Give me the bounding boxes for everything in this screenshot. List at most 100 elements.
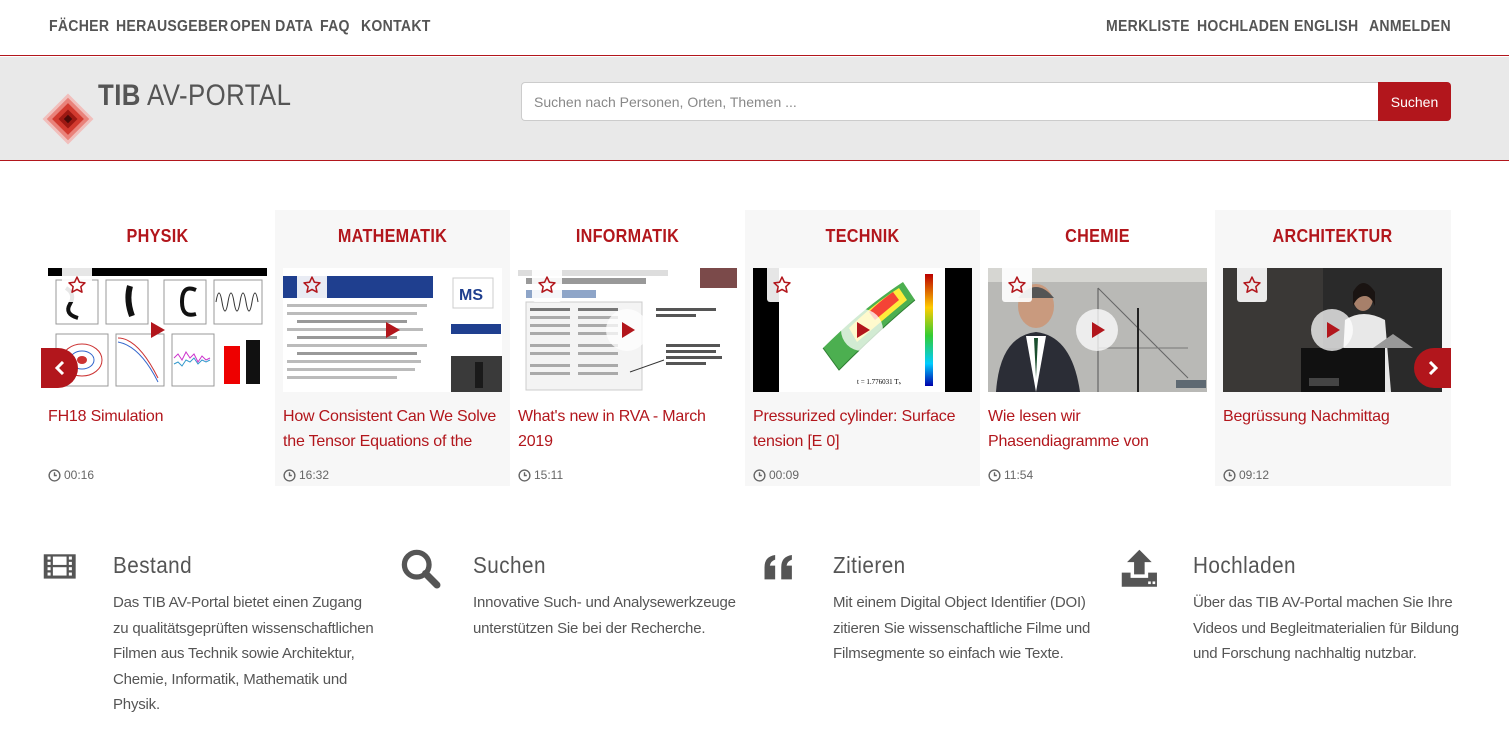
- feature-title: Zitieren: [833, 552, 906, 578]
- duration-text: 00:16: [64, 468, 95, 482]
- video-duration: 11:54: [988, 468, 1033, 482]
- logo-text-bold: TIB: [98, 79, 141, 112]
- play-icon: [386, 322, 400, 338]
- video-title[interactable]: What's new in RVA - March 2019: [518, 404, 737, 454]
- video-thumbnail[interactable]: [1223, 268, 1442, 392]
- clock-icon: [283, 468, 296, 482]
- video-thumbnail[interactable]: [48, 268, 267, 392]
- logo-cube-icon: [42, 93, 94, 145]
- search-input[interactable]: [521, 82, 1379, 121]
- svg-text:MS: MS: [459, 287, 483, 304]
- bookmark-star-button[interactable]: [62, 268, 92, 302]
- nav-english[interactable]: English: [1294, 18, 1358, 36]
- star-icon: [1243, 276, 1261, 293]
- search-icon: [401, 549, 441, 589]
- video-thumbnail[interactable]: MS: [283, 268, 502, 392]
- carousel-card-mathematik[interactable]: Mathematik MS: [275, 210, 510, 486]
- bookmark-star-button[interactable]: [297, 268, 327, 302]
- video-thumbnail[interactable]: [988, 268, 1207, 392]
- clock-icon: [518, 468, 531, 482]
- star-icon: [1008, 276, 1026, 293]
- duration-text: 15:11: [534, 468, 564, 482]
- card-category[interactable]: Informatik: [522, 226, 734, 247]
- carousel-card-architektur[interactable]: Architektur Begrüssung Nachmittag 09: [1215, 210, 1451, 486]
- video-thumbnail[interactable]: t = 1.776031 Tₛ: [753, 268, 972, 392]
- video-title[interactable]: Pressurized cylinder: Surface tension [E…: [753, 404, 972, 454]
- star-icon: [538, 276, 556, 293]
- nav-anmelden[interactable]: Anmelden: [1369, 18, 1451, 36]
- nav-kontakt[interactable]: Kontakt: [361, 18, 431, 36]
- video-thumbnail[interactable]: [518, 268, 737, 392]
- feature-title: Hochladen: [1193, 552, 1297, 578]
- duration-text: 16:32: [299, 468, 330, 482]
- duration-text: 00:09: [769, 468, 800, 482]
- carousel-card-physik[interactable]: Physik: [40, 210, 275, 486]
- play-button[interactable]: [1311, 309, 1353, 351]
- upload-icon: [1121, 549, 1157, 587]
- video-title[interactable]: How Consistent Can We Solve the Tensor E…: [283, 404, 502, 454]
- svg-text:t = 1.776031 Tₛ: t = 1.776031 Tₛ: [857, 378, 902, 386]
- carousel-card-chemie[interactable]: Chemie Wie lesen w: [980, 210, 1215, 486]
- bookmark-star-button[interactable]: [532, 268, 562, 302]
- nav-faq[interactable]: FAQ: [320, 18, 350, 36]
- card-category[interactable]: Physik: [52, 226, 264, 247]
- site-header: TIB AV-PORTAL Suchen: [0, 57, 1509, 161]
- nav-open-data[interactable]: Open Data: [230, 18, 313, 36]
- clock-icon: [1223, 468, 1236, 482]
- star-icon: [303, 276, 321, 293]
- feature-text: Über das TIB AV-Portal machen Sie Ihre V…: [1193, 594, 1459, 662]
- logo-text: TIB AV-PORTAL: [98, 79, 291, 113]
- carousel-next-button[interactable]: [1414, 348, 1451, 388]
- play-icon: [857, 322, 870, 338]
- tib-logo[interactable]: TIB AV-PORTAL: [40, 79, 291, 149]
- logo-text-rest: AV-PORTAL: [147, 79, 292, 112]
- subject-carousel: Physik: [40, 210, 1451, 486]
- play-button[interactable]: [1076, 309, 1118, 351]
- star-icon: [773, 276, 791, 293]
- clock-icon: [988, 468, 1001, 482]
- card-category[interactable]: Mathematik: [287, 226, 499, 247]
- play-icon: [1327, 322, 1340, 338]
- video-duration: 15:11: [518, 468, 563, 482]
- video-duration: 00:16: [48, 468, 94, 482]
- play-button[interactable]: [136, 309, 178, 351]
- card-category[interactable]: Technik: [757, 226, 969, 247]
- film-icon: [43, 554, 76, 579]
- bookmark-star-button[interactable]: [1237, 268, 1267, 302]
- card-category[interactable]: Architektur: [1227, 226, 1439, 247]
- chevron-right-icon: [1428, 361, 1438, 375]
- feature-title: Suchen: [473, 552, 546, 578]
- feature-text: Mit einem Digital Object Identifier (DOI…: [833, 594, 1091, 662]
- carousel-card-informatik[interactable]: Informatik: [510, 210, 745, 486]
- feature-title: Bestand: [113, 552, 193, 578]
- feature-text: Das TIB AV-Portal bietet einen Zugang zu…: [113, 594, 374, 713]
- bookmark-star-button[interactable]: [767, 268, 797, 302]
- nav-herausgeber[interactable]: Herausgeber: [116, 18, 228, 36]
- play-button[interactable]: [606, 309, 648, 351]
- quote-icon: [764, 555, 792, 580]
- card-category[interactable]: Chemie: [992, 226, 1204, 247]
- nav-hochladen[interactable]: Hochladen: [1197, 18, 1289, 36]
- video-title[interactable]: FH18 Simulation: [48, 404, 267, 454]
- play-icon: [1092, 322, 1105, 338]
- play-button[interactable]: [371, 309, 413, 351]
- video-duration: 16:32: [283, 468, 329, 482]
- play-icon: [622, 322, 635, 338]
- video-title[interactable]: Wie lesen wir Phasendiagramme von Mehrko…: [988, 404, 1207, 454]
- carousel-card-technik[interactable]: Technik t = 1.776031 Tₛ: [745, 210, 980, 486]
- duration-text: 11:54: [1004, 468, 1034, 482]
- clock-icon: [48, 468, 61, 482]
- play-button[interactable]: [841, 309, 883, 351]
- bookmark-star-button[interactable]: [1002, 268, 1032, 302]
- nav-faecher[interactable]: Fächer: [49, 18, 109, 36]
- top-navigation: Fächer Herausgeber Open Data FAQ Kontakt…: [0, 0, 1509, 56]
- play-icon: [151, 322, 165, 338]
- video-title[interactable]: Begrüssung Nachmittag: [1223, 404, 1442, 454]
- search-button[interactable]: Suchen: [1378, 82, 1451, 121]
- video-duration: 00:09: [753, 468, 799, 482]
- duration-text: 09:12: [1239, 468, 1270, 482]
- chevron-left-icon: [54, 361, 64, 375]
- clock-icon: [753, 468, 766, 482]
- nav-merkliste[interactable]: Merkliste: [1106, 18, 1190, 36]
- feature-text: Innovative Such- und Analysewerkzeuge un…: [473, 594, 736, 637]
